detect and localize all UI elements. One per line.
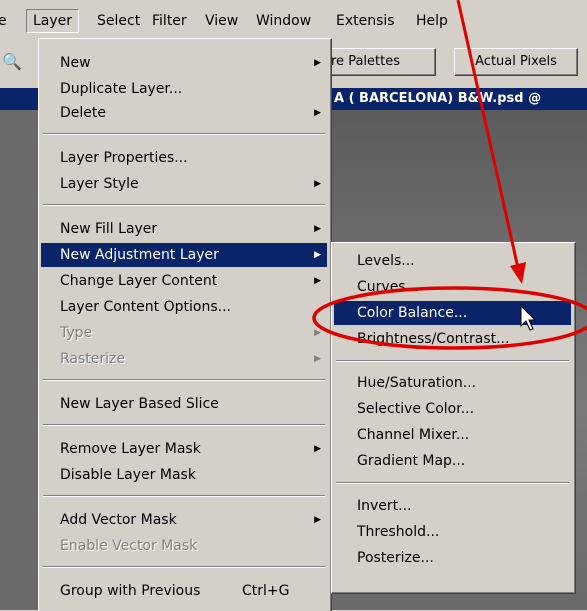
layer-menu-item[interactable]: Delete ▶: [41, 101, 327, 125]
menu-item-label: Change Layer Content: [60, 273, 218, 289]
menu-item-shortcut: Ctrl+G: [242, 583, 290, 599]
adjustment-menu-item[interactable]: Curves...: [334, 275, 571, 299]
layer-menu-item[interactable]: Group with Previous Ctrl+G: [41, 579, 327, 603]
menu-separator: [43, 379, 325, 381]
menu-item-label: New Layer Based Slice: [60, 396, 219, 412]
submenu-arrow-icon: ▶: [314, 179, 321, 189]
layer-menu-item[interactable]: New Fill Layer ▶: [41, 217, 327, 241]
submenu-arrow-icon: ▶: [314, 250, 321, 260]
menu-help[interactable]: Help: [416, 10, 448, 32]
layer-menu-item[interactable]: Layer Content Options...: [41, 295, 327, 319]
menu-item-label: Layer Style: [60, 176, 139, 192]
menu-bar: e Layer Select Filter View Window Extens…: [0, 0, 587, 38]
submenu-arrow-icon: ▶: [314, 328, 321, 338]
submenu-arrow-icon: ▶: [314, 108, 321, 118]
layer-menu-item: Type ▶: [41, 321, 327, 345]
adjustment-menu-item[interactable]: Brightness/Contrast...: [334, 327, 571, 351]
layer-menu-item: Enable Vector Mask: [41, 534, 327, 558]
menu-separator: [43, 495, 325, 497]
menu-select[interactable]: Select: [97, 10, 140, 32]
layer-menu-item[interactable]: New Adjustment Layer ▶: [41, 243, 327, 267]
adjustment-menu-item[interactable]: Channel Mixer...: [334, 423, 571, 447]
fit-palettes-button[interactable]: re Palettes: [326, 48, 436, 76]
menu-window[interactable]: Window: [256, 10, 311, 32]
layer-menu-item: Rasterize ▶: [41, 347, 327, 371]
document-title: A ( BARCELONA) B&W.psd @: [334, 91, 542, 106]
menu-item-label: Layer Content Options...: [60, 299, 231, 315]
menu-item-label: Add Vector Mask: [60, 512, 177, 528]
menu-layer[interactable]: Layer: [26, 9, 80, 33]
submenu-arrow-icon: ▶: [314, 224, 321, 234]
menu-item-label: Group with Previous: [60, 583, 201, 599]
menu-item-label: Rasterize: [60, 351, 126, 367]
menu-item-label: Type: [60, 325, 93, 341]
adjustment-menu-item[interactable]: Gradient Map...: [334, 449, 571, 473]
submenu-arrow-icon: ▶: [314, 58, 321, 68]
menu-item-label: Layer Properties...: [60, 150, 188, 166]
new-adjustment-layer-submenu: Levels... Curves... Color Balance... Bright…: [331, 242, 576, 594]
layer-menu-item[interactable]: Remove Layer Mask ▶: [41, 437, 327, 461]
layer-menu-item[interactable]: Add Vector Mask ▶: [41, 508, 327, 532]
menu-item-label: Delete: [60, 105, 106, 121]
layer-menu-item[interactable]: Duplicate Layer...: [41, 77, 327, 101]
layer-menu-item[interactable]: New ▶: [41, 51, 327, 75]
menu-view[interactable]: View: [205, 10, 238, 32]
zoom-icon[interactable]: 🔍: [2, 52, 22, 71]
layer-menu-item[interactable]: Layer Style ▶: [41, 172, 327, 196]
adjustment-menu-item[interactable]: Hue/Saturation...: [334, 371, 571, 395]
submenu-arrow-icon: ▶: [314, 276, 321, 286]
menu-separator: [336, 482, 569, 484]
layer-menu-item[interactable]: Change Layer Content ▶: [41, 269, 327, 293]
menu-item-label: Remove Layer Mask: [60, 441, 201, 457]
menu-separator: [43, 133, 325, 135]
menu-item-label: Brightness/Contrast...: [357, 331, 510, 347]
actual-pixels-button[interactable]: Actual Pixels: [454, 48, 578, 76]
menu-item-label: Color Balance...: [357, 305, 468, 321]
adjustment-menu-item[interactable]: Selective Color...: [334, 397, 571, 421]
adjustment-menu-item[interactable]: Levels...: [334, 249, 571, 273]
menu-filter[interactable]: Filter: [152, 10, 187, 32]
layer-menu: New ▶ Duplicate Layer... Delete ▶ Layer Prope…: [38, 38, 332, 611]
menu-separator: [43, 424, 325, 426]
menu-item-label: Duplicate Layer...: [60, 81, 183, 97]
menu-extensis[interactable]: Extensis: [336, 10, 395, 32]
menu-item-label: Hue/Saturation...: [357, 375, 477, 391]
menu-item-label: New Fill Layer: [60, 221, 158, 237]
menu-separator: [43, 566, 325, 568]
layer-menu-item[interactable]: Disable Layer Mask: [41, 463, 327, 487]
menu-item-label: Invert...: [357, 498, 412, 514]
submenu-arrow-icon: ▶: [314, 515, 321, 525]
adjustment-menu-item[interactable]: Invert...: [334, 494, 571, 518]
menu-item-label: Selective Color...: [357, 401, 475, 417]
menu-separator: [336, 360, 569, 362]
adjustment-menu-item[interactable]: Posterize...: [334, 546, 571, 570]
submenu-arrow-icon: ▶: [314, 354, 321, 364]
menu-separator: [43, 204, 325, 206]
layer-menu-item[interactable]: Layer Properties...: [41, 146, 327, 170]
menu-item-label: New: [60, 55, 91, 71]
menu-item-label: Enable Vector Mask: [60, 538, 198, 554]
layer-menu-item[interactable]: New Layer Based Slice: [41, 392, 327, 416]
menu-edit-fragment[interactable]: e: [0, 10, 7, 32]
menu-item-label: Posterize...: [357, 550, 434, 566]
menu-item-label: New Adjustment Layer: [60, 247, 219, 263]
menu-item-label: Curves...: [357, 279, 419, 295]
adjustment-menu-item[interactable]: Threshold...: [334, 520, 571, 544]
menu-item-label: Disable Layer Mask: [60, 467, 196, 483]
menu-item-label: Gradient Map...: [357, 453, 466, 469]
menu-item-label: Levels...: [357, 253, 415, 269]
menu-item-label: Threshold...: [357, 524, 440, 540]
document-canvas-left: [0, 110, 38, 610]
adjustment-menu-item[interactable]: Color Balance...: [334, 301, 571, 325]
menu-item-label: Channel Mixer...: [357, 427, 470, 443]
submenu-arrow-icon: ▶: [314, 444, 321, 454]
